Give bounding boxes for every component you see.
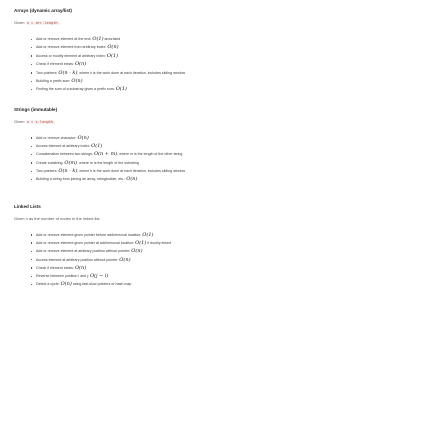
list-item: Create substring: O(m), where m is the l… bbox=[31, 159, 411, 167]
list-item: Check if element exists: O(n) bbox=[31, 60, 411, 68]
given-prefix: Given bbox=[14, 215, 26, 221]
item-note: , where k is the work done at each itera… bbox=[77, 70, 186, 75]
item-complexity: O(n) bbox=[71, 78, 83, 85]
item-text: Check if element exists: bbox=[36, 265, 75, 270]
section-heading: Arrays (dynamic array/list) bbox=[14, 8, 72, 13]
item-text: Check if element exists: bbox=[36, 62, 75, 67]
item-complexity: O(n) bbox=[74, 264, 87, 271]
item-complexity: O(n) bbox=[126, 176, 138, 183]
item-complexity: O(n) bbox=[119, 256, 131, 263]
list-item: Add or remove element from arbitrary ind… bbox=[31, 43, 411, 51]
item-text: Access or modify element at arbitrary in… bbox=[36, 53, 107, 58]
item-note: , where m is the length of the substring bbox=[77, 160, 139, 165]
item-text: Add or remove element at arbitrary posit… bbox=[36, 249, 132, 254]
list-item: Two pointers: O(n · k), where k is the w… bbox=[31, 167, 411, 175]
item-note: using fast-slow pointers or hash map bbox=[71, 282, 132, 287]
given-suffix: , bbox=[54, 118, 56, 124]
item-complexity: O(1) bbox=[115, 86, 127, 93]
item-text: Finding the sum of a subarray given a pr… bbox=[36, 87, 116, 92]
item-text: Detect a cycle: bbox=[36, 282, 61, 287]
list-item: Two pointers: O(n · k), where k is the w… bbox=[31, 69, 411, 77]
list-item: Add or remove element given pointer at a… bbox=[31, 239, 411, 247]
item-complexity: O(n) bbox=[74, 61, 87, 68]
item-complexity: O(1) bbox=[142, 231, 154, 238]
item-note: , where m is the length of the other str… bbox=[117, 152, 183, 157]
given-line: Given n as the number of nodes in the li… bbox=[14, 216, 411, 222]
item-complexity: O(1) bbox=[135, 239, 147, 246]
item-text: Add or remove element given pointer befo… bbox=[36, 232, 143, 237]
item-complexity: O(n) bbox=[60, 281, 72, 288]
given-code: n = arr.length bbox=[25, 21, 59, 25]
list-item: Add or remove character: O(n) bbox=[31, 134, 411, 142]
item-complexity: O(1) bbox=[92, 36, 104, 42]
complexity-list: Add or remove character: O(n) Access ele… bbox=[31, 134, 411, 184]
item-text: Add or remove element at the end: bbox=[36, 37, 93, 41]
item-text: Building a string from joining an array,… bbox=[36, 177, 127, 182]
item-complexity: O(n · k) bbox=[58, 168, 78, 175]
item-complexity: O(n) bbox=[131, 248, 143, 255]
item-text: Add or remove element given pointer at a… bbox=[36, 240, 136, 245]
list-item: Check if element exists: O(n) bbox=[31, 264, 411, 272]
list-item: Concatenation between two strings: O(n +… bbox=[31, 150, 411, 158]
item-complexity: O(n · k) bbox=[58, 69, 78, 76]
section-heading: Strings (immutable) bbox=[14, 106, 58, 112]
item-complexity: O(n + m) bbox=[93, 151, 118, 158]
item-text: Concatenation between two strings: bbox=[36, 152, 94, 157]
list-item: Reverse between position i and j: O(j − … bbox=[31, 272, 411, 280]
item-text: Add or remove character: bbox=[36, 135, 78, 140]
item-complexity: O(n) bbox=[107, 44, 119, 51]
list-item: Detect a cycle: O(n) using fast-slow poi… bbox=[31, 280, 411, 288]
item-complexity: O(j − i) bbox=[89, 273, 109, 280]
item-complexity: O(n) bbox=[77, 134, 89, 141]
section-linked-lists: Linked Lists Given n as the number of no… bbox=[14, 204, 411, 289]
complexity-list: Add or remove element at the end: O(1) a… bbox=[31, 35, 411, 94]
item-note: , where k is the work done at each itera… bbox=[77, 169, 186, 174]
complexity-cheatsheet: Arrays (dynamic array/list) Given n = ar… bbox=[0, 0, 425, 446]
item-text: Two pointers: bbox=[36, 70, 59, 75]
given-line: Given n = s.length, bbox=[14, 119, 411, 125]
section-arrays: Arrays (dynamic array/list) Given n = ar… bbox=[14, 8, 411, 94]
list-item: Finding the sum of a subarray given a pr… bbox=[31, 85, 411, 93]
list-item: Access or modify element at arbitrary in… bbox=[31, 52, 411, 60]
item-note: amortized bbox=[103, 37, 121, 41]
section-strings: Strings (immutable) Given n = s.length , … bbox=[14, 107, 411, 184]
item-text: Building a prefix sum: bbox=[36, 79, 72, 84]
list-item: Access element at arbitrary index: O(1) bbox=[31, 142, 411, 150]
item-complexity: O(1) bbox=[91, 143, 103, 150]
given-line: Given n = arr.length, bbox=[14, 20, 411, 26]
item-note: if doubly linked bbox=[146, 240, 172, 245]
item-text: Reverse between position i and j: bbox=[36, 274, 90, 279]
item-text: Create substring: bbox=[36, 160, 65, 165]
item-complexity: O(1) bbox=[106, 52, 119, 59]
item-text: Access element at arbitrary position wit… bbox=[36, 257, 120, 262]
list-item: Building a string from joining an array,… bbox=[31, 175, 411, 183]
complexity-list: Add or remove element given pointer befo… bbox=[31, 231, 411, 289]
item-text: Access element at arbitrary index: bbox=[36, 144, 92, 149]
item-complexity: O(m) bbox=[64, 159, 78, 166]
list-item: Add or remove element at the end: O(1) a… bbox=[31, 35, 411, 43]
section-heading: Linked Lists bbox=[14, 203, 41, 209]
list-item: Building a prefix sum: O(n) bbox=[31, 77, 411, 85]
list-item: Add or remove element given pointer befo… bbox=[31, 231, 411, 239]
given-code: n = s.length bbox=[25, 119, 55, 124]
item-text: Two pointers: bbox=[36, 169, 59, 174]
given-suffix: n as the number of nodes in the linked l… bbox=[25, 215, 101, 221]
given-suffix: , bbox=[58, 20, 60, 25]
list-item: Add or remove element at arbitrary posit… bbox=[31, 247, 411, 255]
list-item: Access element at arbitrary position wit… bbox=[31, 256, 411, 264]
given-prefix: Given bbox=[14, 118, 26, 124]
given-prefix: Given bbox=[14, 20, 26, 25]
item-text: Add or remove element from arbitrary ind… bbox=[36, 45, 108, 50]
